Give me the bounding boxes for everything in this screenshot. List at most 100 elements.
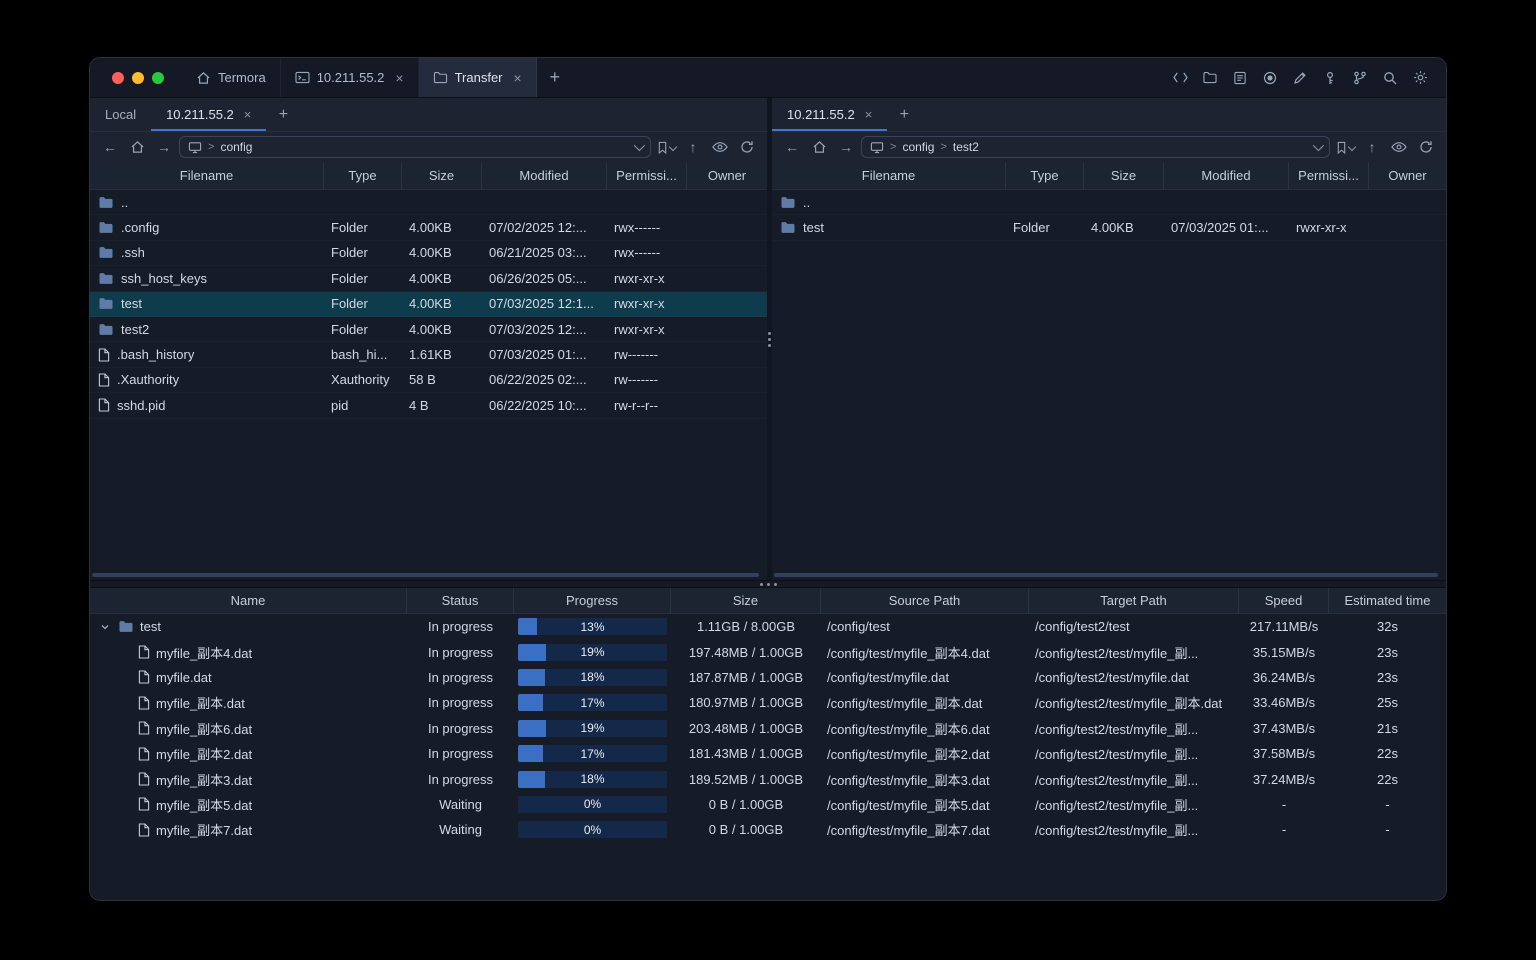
bookmark-icon[interactable] xyxy=(1333,136,1357,158)
close-window-button[interactable] xyxy=(112,71,124,84)
tab-local[interactable]: Local xyxy=(90,98,151,131)
transfer-row[interactable]: myfile_副本2.dat In progress 17% 181.43MB / 1… xyxy=(90,741,1446,766)
path-breadcrumb[interactable]: > config xyxy=(179,136,651,158)
column-header[interactable]: Source Path xyxy=(821,588,1029,613)
column-header[interactable]: Type xyxy=(324,162,402,189)
folder-icon xyxy=(433,71,448,84)
home-icon[interactable] xyxy=(807,136,831,158)
column-header[interactable]: Speed xyxy=(1239,588,1329,613)
zoom-window-button[interactable] xyxy=(152,71,164,84)
forward-arrow-icon[interactable]: → xyxy=(152,136,176,158)
file-row[interactable]: test Folder 4.00KB 07/03/2025 12:1... rwxr-x… xyxy=(90,291,767,317)
search-icon[interactable] xyxy=(1378,66,1402,90)
transfer-row[interactable]: test In progress 13% 1.11GB / 8.00GB/config… xyxy=(90,614,1446,639)
file-cell-type: Folder xyxy=(331,270,368,286)
column-header[interactable]: Filename xyxy=(90,162,324,189)
code-icon[interactable] xyxy=(1168,66,1192,90)
path-breadcrumb[interactable]: > config > test2 xyxy=(861,136,1330,158)
column-header[interactable]: Owner xyxy=(1369,162,1446,189)
transfer-progress-cell: 19% xyxy=(514,643,671,661)
column-header[interactable]: Permissi... xyxy=(607,162,687,189)
settings-icon[interactable] xyxy=(1408,66,1432,90)
file-row[interactable]: .config Folder 4.00KB 07/02/2025 12:... rwx-… xyxy=(90,215,767,240)
branch-icon[interactable] xyxy=(1348,66,1372,90)
close-icon[interactable]: × xyxy=(865,108,873,121)
home-icon[interactable] xyxy=(125,136,149,158)
path-segment[interactable]: config xyxy=(902,140,934,154)
column-header[interactable]: Size xyxy=(671,588,821,613)
new-panel-tab-button[interactable]: + xyxy=(887,98,921,131)
file-row[interactable]: .Xauthority Xauthority 58 B 06/22/2025 02:.… xyxy=(90,368,767,393)
column-header[interactable]: Status xyxy=(407,588,514,613)
column-header[interactable]: Estimated time xyxy=(1329,588,1446,613)
file-row[interactable]: ssh_host_keys Folder 4.00KB 06/26/2025 05:.… xyxy=(90,266,767,291)
column-header[interactable]: Size xyxy=(402,162,482,189)
transfer-row[interactable]: myfile_副本.dat In progress 17% 180.97MB / 1.… xyxy=(90,690,1446,715)
file-row[interactable]: .. xyxy=(90,190,767,215)
transfer-row[interactable]: myfile_副本7.dat Waiting 0% 0 B / 1.00GB/conf… xyxy=(90,817,1446,842)
column-header[interactable]: Modified xyxy=(1164,162,1289,189)
tab-transfer[interactable]: Transfer × xyxy=(418,58,537,97)
upload-up-arrow-icon[interactable]: ↑ xyxy=(681,136,705,158)
bookmark-icon[interactable] xyxy=(654,136,678,158)
tab-remote-host[interactable]: 10.211.55.2 × xyxy=(772,98,888,131)
new-panel-tab-button[interactable]: + xyxy=(266,98,300,131)
horizontal-splitter[interactable] xyxy=(90,580,1446,588)
refresh-icon[interactable] xyxy=(735,136,759,158)
forward-arrow-icon[interactable]: → xyxy=(834,136,858,158)
file-row[interactable]: test Folder 4.00KB 07/03/2025 01:... rwxr-xr… xyxy=(772,215,1446,240)
file-row[interactable]: sshd.pid pid 4 B 06/22/2025 10:... rw-r--r-- xyxy=(90,393,767,418)
column-header[interactable]: Filename xyxy=(772,162,1006,189)
file-row[interactable]: .ssh Folder 4.00KB 06/21/2025 03:... rwx----… xyxy=(90,241,767,266)
column-header[interactable]: Permissi... xyxy=(1289,162,1369,189)
key-icon[interactable] xyxy=(1318,66,1342,90)
tab-host-session[interactable]: 10.211.55.2 × xyxy=(281,58,419,97)
upload-up-arrow-icon[interactable]: ↑ xyxy=(1360,136,1384,158)
minimize-window-button[interactable] xyxy=(132,71,144,84)
transfer-target-path: /config/test2/test/myfile_副本.dat xyxy=(1035,696,1223,712)
edit-icon[interactable] xyxy=(1288,66,1312,90)
column-header[interactable]: Owner xyxy=(687,162,767,189)
refresh-icon[interactable] xyxy=(1414,136,1438,158)
transfer-name-cell: myfile_副本5.dat xyxy=(90,795,407,814)
close-icon[interactable]: × xyxy=(395,71,403,85)
record-icon[interactable] xyxy=(1258,66,1282,90)
transfer-row[interactable]: myfile_副本4.dat In progress 19% 197.48MB / 1… xyxy=(90,639,1446,664)
chevron-down-icon[interactable] xyxy=(1312,139,1325,152)
close-icon[interactable]: × xyxy=(244,108,252,121)
right-table-header: Filename Type Size Modified Permissi... Owner xyxy=(772,162,1446,190)
horizontal-scrollbar[interactable] xyxy=(92,573,759,577)
tab-remote-host[interactable]: 10.211.55.2 × xyxy=(151,98,267,131)
transfer-eta: - xyxy=(1385,822,1390,838)
file-panels-split: Local 10.211.55.2 × + ← → > config ↑ Fil… xyxy=(90,98,1446,580)
show-hidden-eye-icon[interactable] xyxy=(708,136,732,158)
tab-termora[interactable]: Termora xyxy=(182,58,281,97)
file-row[interactable]: test2 Folder 4.00KB 07/03/2025 12:... rwxr-x… xyxy=(90,317,767,342)
notes-icon[interactable] xyxy=(1228,66,1252,90)
transfer-row[interactable]: myfile_副本5.dat Waiting 0% 0 B / 1.00GB/conf… xyxy=(90,792,1446,817)
file-row[interactable]: .bash_history bash_hi... 1.61KB 07/03/2025 … xyxy=(90,342,767,367)
column-header[interactable]: Type xyxy=(1006,162,1084,189)
transfer-row[interactable]: myfile_副本3.dat In progress 18% 189.52MB / 1… xyxy=(90,766,1446,791)
progress-bar: 13% xyxy=(518,618,667,636)
transfer-row[interactable]: myfile.dat In progress 18% 187.87MB / 1.00G… xyxy=(90,665,1446,690)
horizontal-scrollbar[interactable] xyxy=(774,573,1438,577)
path-segment[interactable]: test2 xyxy=(953,140,979,154)
column-header[interactable]: Name xyxy=(90,588,407,613)
show-hidden-eye-icon[interactable] xyxy=(1387,136,1411,158)
folder-icon[interactable] xyxy=(1198,66,1222,90)
transfer-progress-cell: 0% xyxy=(514,821,671,839)
new-window-tab-button[interactable]: + xyxy=(537,58,573,97)
close-icon[interactable]: × xyxy=(514,71,522,85)
column-header[interactable]: Modified xyxy=(482,162,607,189)
column-header[interactable]: Progress xyxy=(514,588,671,613)
back-arrow-icon[interactable]: ← xyxy=(780,136,804,158)
expand-chevron-icon[interactable] xyxy=(98,622,112,632)
chevron-down-icon[interactable] xyxy=(633,139,646,152)
back-arrow-icon[interactable]: ← xyxy=(98,136,122,158)
file-row[interactable]: .. xyxy=(772,190,1446,215)
transfer-row[interactable]: myfile_副本6.dat In progress 19% 203.48MB / 1… xyxy=(90,716,1446,741)
column-header[interactable]: Target Path xyxy=(1029,588,1239,613)
path-segment[interactable]: config xyxy=(220,140,252,154)
column-header[interactable]: Size xyxy=(1084,162,1164,189)
